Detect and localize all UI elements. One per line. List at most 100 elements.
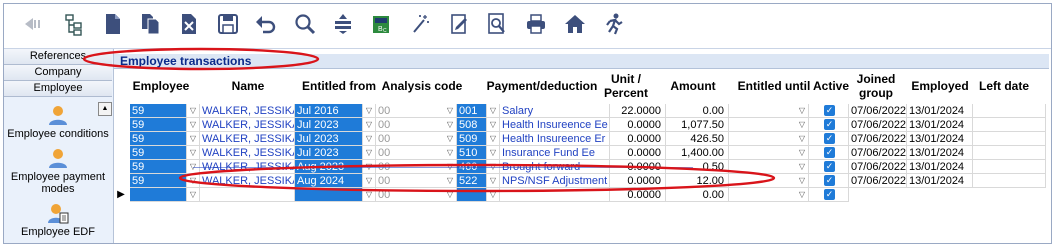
dropdown-chevron-icon[interactable]: ▽ (363, 146, 376, 160)
payment-name-cell[interactable]: NPS/NSF Adjustment (500, 174, 610, 188)
name-cell[interactable]: WALKER, JESSIKA (200, 146, 295, 160)
copy-icon[interactable] (136, 9, 166, 39)
table-row[interactable]: 59 ▽ WALKER, JESSIKA Jul 2016 ▽ 00 ▽ 001 ▽ Salary… (114, 104, 1049, 119)
dropdown-chevron-icon[interactable]: ▽ (487, 188, 500, 202)
employed-cell[interactable]: 13/01/2024 (907, 132, 973, 146)
active-checkbox[interactable]: ✓ (824, 175, 835, 186)
preview-icon[interactable] (482, 9, 512, 39)
undo-icon[interactable] (251, 9, 281, 39)
dropdown-chevron-icon[interactable]: ▽ (796, 118, 809, 132)
active-checkbox[interactable]: ✓ (824, 147, 835, 158)
dropdown-chevron-icon[interactable]: ▽ (444, 104, 457, 118)
active-checkbox[interactable]: ✓ (824, 119, 835, 130)
dropdown-chevron-icon[interactable]: ▽ (444, 174, 457, 188)
edit-document-icon[interactable] (444, 9, 474, 39)
entitled-from-cell[interactable]: Aug 2024 (295, 174, 363, 188)
dropdown-chevron-icon[interactable]: ▽ (363, 132, 376, 146)
dropdown-chevron-icon[interactable]: ▽ (487, 146, 500, 160)
left-date-cell[interactable] (973, 118, 1046, 132)
table-row[interactable]: 59▽WALKER, JESSIKAAug 2023▽00▽460▽Brough… (114, 160, 1049, 175)
dropdown-chevron-icon[interactable]: ▽ (796, 132, 809, 146)
payment-number-cell[interactable]: 508 (457, 118, 487, 132)
unit-percent-cell[interactable]: 0.0000 (610, 132, 666, 146)
employee-cell[interactable]: 59 (130, 146, 187, 160)
left-item-employee-payment-modes[interactable]: Employee payment modes (4, 147, 112, 195)
entitled-from-cell[interactable] (295, 188, 363, 202)
name-cell[interactable]: WALKER, JESSIKA (200, 118, 295, 132)
col-header-unit-percent[interactable]: Unit / Percent (602, 72, 650, 102)
dropdown-chevron-icon[interactable]: ▽ (444, 188, 457, 202)
left-date-cell[interactable] (973, 104, 1046, 118)
employee-cell[interactable]: 59 (130, 132, 187, 146)
employee-cell[interactable]: 59 (130, 104, 187, 118)
name-cell[interactable]: WALKER, JESSIKA (200, 104, 295, 118)
run-icon[interactable] (598, 9, 628, 39)
left-date-cell[interactable] (973, 132, 1046, 146)
payment-name-cell[interactable]: Health Insureence Ee (500, 118, 610, 132)
joined-group-cell[interactable]: 07/06/2022 (849, 174, 907, 188)
table-row[interactable]: 59 ▽ WALKER, JESSIKA Jul 2023 ▽ 00 ▽ 509 ▽ Health… (114, 132, 1049, 147)
active-checkbox[interactable]: ✓ (824, 161, 835, 172)
col-header-name[interactable]: Name (200, 71, 296, 101)
col-header-joined-group[interactable]: Joined group (853, 72, 899, 102)
dropdown-chevron-icon[interactable]: ▽ (363, 174, 376, 188)
payment-name-cell[interactable] (500, 188, 610, 202)
new-table-row[interactable]: ▶ ▽ ▽ 00 ▽ ▽ 0.0000 0.00 ▽ ✓ (114, 188, 1049, 203)
dropdown-chevron-icon[interactable]: ▽ (363, 188, 376, 202)
name-cell[interactable]: WALKER, JESSIKA (200, 174, 295, 188)
employed-cell[interactable]: 13/01/2024 (907, 104, 973, 118)
amount-cell[interactable]: 426.50 (666, 132, 729, 146)
name-cell[interactable]: WALKER, JESSIKA (200, 132, 295, 146)
print-icon[interactable] (521, 9, 551, 39)
amount-cell[interactable]: 0.00 (666, 104, 729, 118)
table-row[interactable]: 59 ▽ WALKER, JESSIKA Aug 2024 ▽ 00 ▽ 522 ▽ NPS/NS… (114, 174, 1049, 189)
employed-cell[interactable]: 13/01/2024 (907, 118, 973, 132)
employee-cell[interactable] (130, 188, 187, 202)
entitled-from-cell[interactable]: Jul 2023 (295, 146, 363, 160)
left-date-cell[interactable] (973, 146, 1046, 160)
col-header-analysis-code[interactable]: Analysis code (376, 71, 468, 101)
dropdown-chevron-icon[interactable]: ▽ (796, 104, 809, 118)
employed-cell[interactable]: 13/01/2024 (907, 174, 973, 188)
dropdown-chevron-icon[interactable]: ▽ (487, 174, 500, 188)
dropdown-chevron-icon[interactable]: ▽ (444, 146, 457, 160)
payment-number-cell[interactable]: 509 (457, 132, 487, 146)
unit-percent-cell[interactable]: 0.0000 (610, 174, 666, 188)
col-header-employed[interactable]: Employed (910, 71, 970, 101)
filter-icon[interactable] (328, 9, 358, 39)
dropdown-chevron-icon[interactable]: ▽ (796, 146, 809, 160)
dropdown-chevron-icon[interactable]: ▽ (187, 132, 200, 146)
back-arrow-icon[interactable] (18, 9, 48, 39)
unit-percent-cell[interactable]: 0.0000 (610, 146, 666, 160)
home-icon[interactable] (560, 9, 590, 39)
dropdown-chevron-icon[interactable]: ▽ (487, 118, 500, 132)
employee-cell[interactable]: 59 (130, 174, 187, 188)
employee-cell[interactable]: 59 (130, 118, 187, 132)
table-row[interactable]: 59 ▽ WALKER, JESSIKA Jul 2023 ▽ 00 ▽ 510 ▽ Insura… (114, 146, 1049, 161)
dropdown-chevron-icon[interactable]: ▽ (487, 104, 500, 118)
payment-number-cell[interactable]: 001 (457, 104, 487, 118)
tab-references[interactable]: References (4, 49, 112, 65)
dropdown-chevron-icon[interactable]: ▽ (187, 104, 200, 118)
delete-icon[interactable] (174, 9, 204, 39)
active-checkbox[interactable]: ✓ (824, 105, 835, 116)
joined-group-cell[interactable]: 07/06/2022 (849, 104, 907, 118)
tab-employee[interactable]: Employee (4, 81, 112, 97)
document-icon[interactable] (98, 9, 128, 39)
joined-group-cell[interactable]: 07/06/2022 (849, 146, 907, 160)
amount-cell[interactable]: 1,400.00 (666, 146, 729, 160)
dropdown-chevron-icon[interactable]: ▽ (363, 104, 376, 118)
table-row[interactable]: 59 ▽ WALKER, JESSIKA Jul 2023 ▽ 00 ▽ 508 ▽ Health… (114, 118, 1049, 133)
payment-number-cell[interactable]: 522 (457, 174, 487, 188)
employee-cell[interactable]: 59 (130, 160, 187, 174)
dropdown-chevron-icon[interactable]: ▽ (187, 188, 200, 202)
dropdown-chevron-icon[interactable]: ▽ (187, 118, 200, 132)
active-checkbox[interactable]: ✓ (824, 189, 835, 200)
col-header-active[interactable]: Active (811, 71, 851, 101)
col-header-amount[interactable]: Amount (659, 71, 727, 101)
tab-company[interactable]: Company (4, 65, 112, 81)
active-checkbox[interactable]: ✓ (824, 133, 835, 144)
unit-percent-cell[interactable]: 22.0000 (610, 104, 666, 118)
entitled-from-cell[interactable]: Jul 2023 (295, 132, 363, 146)
left-date-cell[interactable] (973, 174, 1046, 188)
